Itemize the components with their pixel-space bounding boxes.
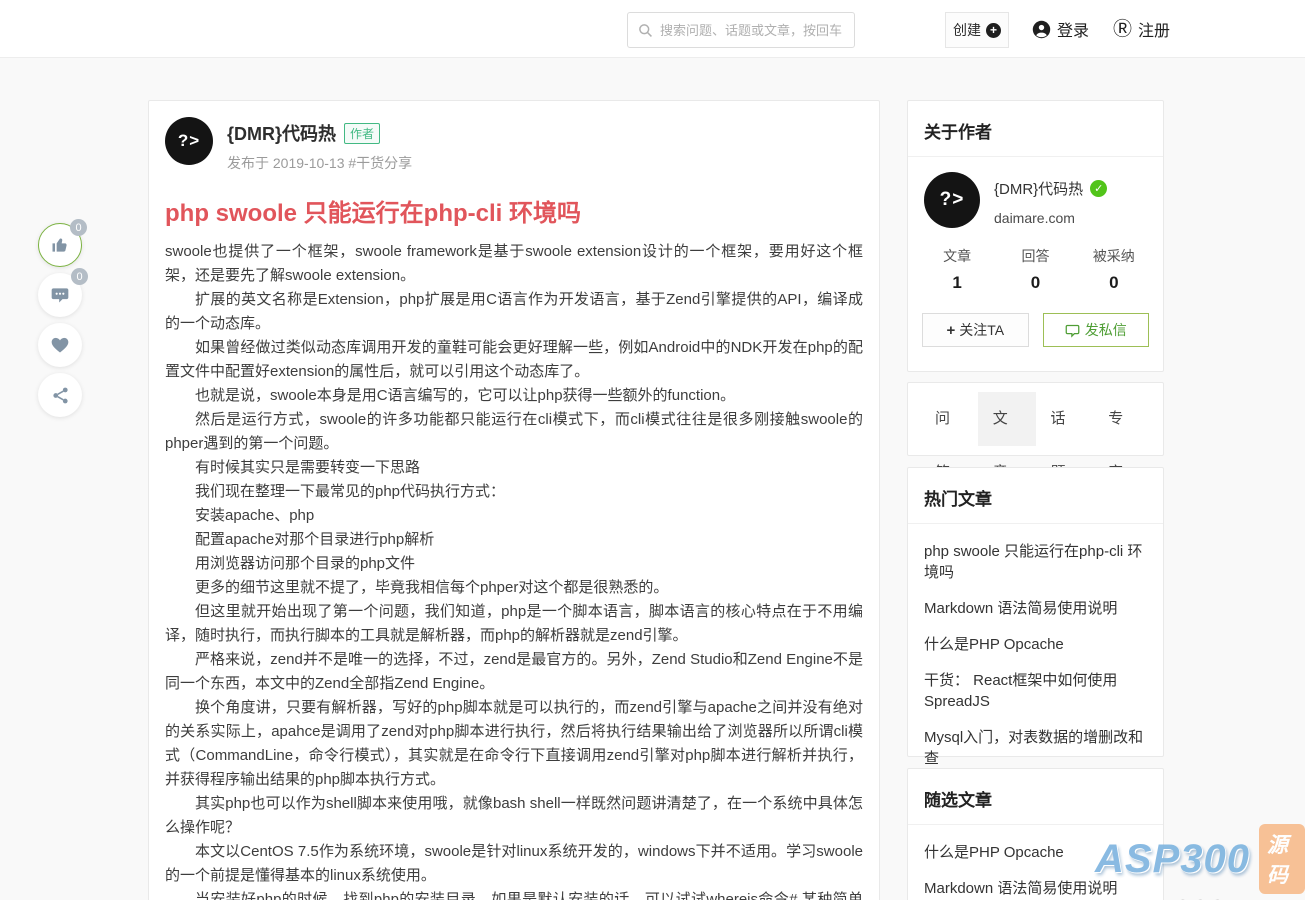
share-button[interactable] — [38, 373, 82, 417]
navbar: 创建 + 登录 Ⓡ 注册 — [0, 0, 1305, 58]
action-rail: 0 0 — [38, 219, 88, 423]
watermark-tag: 源码 — [1258, 824, 1305, 894]
like-button[interactable]: 0 — [38, 219, 87, 267]
paragraph: swoole也提供了一个框架，swoole framework是基于swoole… — [165, 243, 863, 284]
comment-icon — [51, 288, 69, 303]
list-item[interactable]: 什么是PHP Opcache — [924, 634, 1147, 655]
user-icon — [1032, 20, 1051, 38]
paragraph: 安装apache、php — [195, 507, 315, 524]
paragraph: 其实php也可以作为shell脚本来使用哦，就像bash shell一样既然问题… — [165, 795, 863, 836]
tab-topics[interactable]: 话题 — [1036, 392, 1094, 481]
search-box[interactable] — [627, 12, 855, 48]
stat-accepted[interactable]: 被采纳 0 — [1075, 246, 1153, 293]
login-button[interactable]: 登录 — [1032, 0, 1089, 58]
heart-icon — [51, 337, 69, 353]
thumbs-up-icon — [52, 238, 67, 252]
random-articles-heading: 随选文章 — [924, 791, 992, 810]
chat-icon — [1065, 324, 1080, 338]
paragraph: 但这里就开始出现了第一个问题，我们知道，php是一个脚本语言，脚本语言的核心特点… — [165, 603, 863, 644]
search-icon — [639, 23, 652, 37]
sidebar-author-avatar[interactable]: ?> — [924, 172, 980, 228]
paragraph: 如果曾经做过类似动态库调用开发的童鞋可能会更好理解一些，例如Android中的N… — [165, 339, 863, 380]
plus-circle-icon: + — [986, 22, 1001, 38]
follow-label: 关注TA — [959, 322, 1005, 338]
article-title: php swoole 只能运行在php-cli 环境吗 — [165, 200, 581, 227]
tab-experts[interactable]: 专家 — [1093, 392, 1151, 481]
favorite-button[interactable] — [38, 323, 82, 367]
list-item[interactable]: 干货： React框架中如何使用SpreadJS — [924, 670, 1147, 712]
plus-icon: + — [946, 321, 956, 339]
register-button[interactable]: Ⓡ 注册 — [1113, 0, 1170, 58]
list-item[interactable]: Markdown 语法简易使用说明 — [924, 598, 1147, 619]
follow-button[interactable]: + 关注TA — [922, 313, 1029, 347]
paragraph: 本文以CentOS 7.5作为系统环境，swoole是针对linux系统开发的，… — [165, 843, 863, 884]
send-message-button[interactable]: 发私信 — [1042, 313, 1149, 347]
paragraph: 用浏览器访问那个目录的php文件 — [195, 555, 416, 572]
paragraph: 更多的细节这里就不提了，毕竟我相信每个phper对这个都是很熟悉的。 — [195, 579, 669, 596]
hot-articles-heading: 热门文章 — [924, 490, 992, 509]
register-label: 注册 — [1138, 23, 1171, 40]
paragraph: 换个角度讲，只要有解析器，写好的php脚本就是可以执行的，而zend引擎与apa… — [165, 699, 863, 788]
hot-articles-card: 热门文章 php swoole 只能运行在php-cli 环境吗 Markdow… — [907, 467, 1164, 767]
list-item[interactable]: Mysql入门，对表数据的增删改和查 — [924, 727, 1147, 769]
paragraph: 也就是说，swoole本身是用C语言编写的，它可以让php获得一些额外的func… — [195, 387, 736, 404]
send-message-label: 发私信 — [1084, 322, 1127, 338]
login-label: 登录 — [1057, 23, 1090, 40]
paragraph: 我们现在整理一下最常见的php代码执行方式： — [195, 483, 506, 500]
about-author-heading: 关于作者 — [924, 123, 992, 142]
author-name[interactable]: {DMR}代码热 — [227, 120, 336, 146]
create-button[interactable]: 创建 + — [945, 12, 1009, 48]
logo-placeholder — [36, 0, 186, 56]
article-meta: 发布于 2019-10-13 #干货分享 — [227, 155, 413, 171]
random-articles-card: 随选文章 什么是PHP Opcache Markdown 语法简易使用说明 — [907, 768, 1164, 900]
article-author-row: ?> {DMR}代码热 作者 发布于 2019-10-13 #干货分享 — [165, 117, 863, 173]
comment-count-badge: 0 — [71, 268, 88, 285]
tab-articles[interactable]: 文章 — [977, 392, 1036, 481]
author-website[interactable]: daimare.com — [994, 210, 1107, 226]
sidebar-author-name[interactable]: {DMR}代码热 — [994, 178, 1083, 199]
share-icon — [52, 387, 68, 403]
list-item[interactable]: 什么是PHP Opcache — [924, 842, 1147, 863]
paragraph: 严格来说，zend并不是唯一的选择，不过，zend是最官方的。另外，Zend S… — [165, 651, 863, 692]
about-author-card: 关于作者 ?> {DMR}代码热 ✓ daimare.com 文章 1 回答 0 — [907, 100, 1164, 372]
list-item[interactable]: php swoole 只能运行在php-cli 环境吗 — [924, 541, 1147, 583]
stat-answers[interactable]: 回答 0 — [996, 246, 1074, 293]
like-count-badge: 0 — [70, 219, 87, 236]
create-button-label: 创建 — [953, 22, 981, 38]
author-avatar[interactable]: ?> — [165, 117, 213, 165]
paragraph: 扩展的英文名称是Extension，php扩展是用C语言作为开发语言，基于Zen… — [165, 291, 863, 332]
paragraph: 有时候其实只是需要转变一下思路 — [195, 459, 421, 476]
paragraph: 然后是运行方式，swoole的许多功能都只能运行在cli模式下，而cli模式往往… — [165, 411, 863, 452]
article-body: swoole也提供了一个框架，swoole framework是基于swoole… — [165, 240, 863, 900]
search-input[interactable] — [660, 22, 844, 38]
verified-badge-icon: ✓ — [1090, 180, 1108, 197]
sidebar-tabs-card: 问答 文章 话题 专家 — [907, 382, 1164, 481]
paragraph: 配置apache对那个目录进行php解析 — [195, 531, 435, 548]
comment-button[interactable]: 0 — [38, 268, 88, 317]
registered-icon: Ⓡ — [1113, 18, 1133, 40]
article-card: ?> {DMR}代码热 作者 发布于 2019-10-13 #干货分享 php … — [148, 100, 880, 900]
author-role-badge: 作者 — [344, 122, 381, 144]
tab-qa[interactable]: 问答 — [920, 392, 978, 481]
paragraph: 当安装好php的时候，找到php的安装目录，如果是默认安装的话，可以试试wher… — [195, 891, 863, 900]
page: 创建 + 登录 Ⓡ 注册 0 0 ?> — [0, 0, 1305, 900]
stat-articles[interactable]: 文章 1 — [918, 246, 996, 293]
list-item[interactable]: Markdown 语法简易使用说明 — [924, 878, 1147, 899]
author-stats: 文章 1 回答 0 被采纳 0 — [908, 234, 1163, 297]
